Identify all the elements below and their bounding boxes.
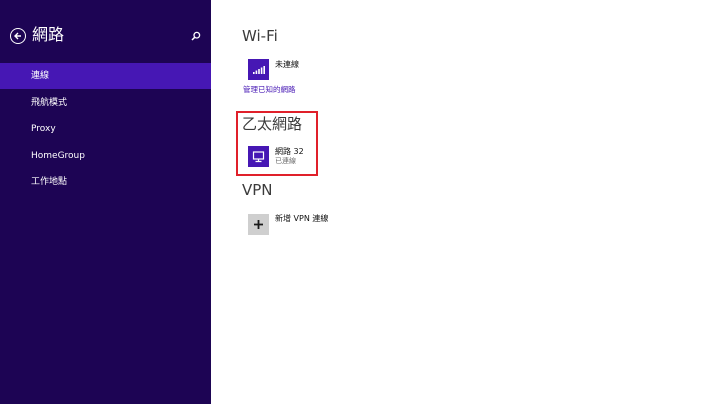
wifi-status-label: 未連線 bbox=[275, 60, 299, 69]
add-vpn-tile[interactable] bbox=[248, 214, 269, 235]
page-title: 網路 bbox=[32, 25, 65, 44]
plus-icon bbox=[254, 220, 263, 229]
ethernet-tile[interactable] bbox=[248, 146, 269, 167]
sidebar-nav: 連線 飛航模式 Proxy HomeGroup 工作地點 bbox=[0, 63, 211, 196]
vpn-section-title: VPN bbox=[242, 181, 273, 199]
add-vpn-label[interactable]: 新增 VPN 連線 bbox=[275, 214, 328, 224]
sidebar-item-workplace[interactable]: 工作地點 bbox=[0, 169, 211, 195]
ethernet-section-title: 乙太網路 bbox=[242, 115, 303, 133]
sidebar-item-proxy[interactable]: Proxy bbox=[0, 116, 211, 142]
ethernet-network-name: 網路 32 bbox=[275, 147, 304, 156]
ethernet-status: 已連線 bbox=[275, 157, 296, 165]
sidebar-item-airplane-mode[interactable]: 飛航模式 bbox=[0, 90, 211, 116]
search-icon[interactable] bbox=[191, 31, 201, 41]
wifi-signal-icon bbox=[253, 66, 265, 74]
sidebar-item-homegroup[interactable]: HomeGroup bbox=[0, 143, 211, 169]
manage-known-networks-link[interactable]: 管理已知的網路 bbox=[243, 85, 296, 95]
back-arrow-glyph bbox=[14, 32, 21, 40]
sidebar-item-connections[interactable]: 連線 bbox=[0, 63, 211, 89]
sidebar-header: 網路 bbox=[0, 0, 211, 60]
sidebar: 網路 連線 飛航模式 Proxy HomeGroup 工作地點 bbox=[0, 0, 211, 404]
wifi-tile[interactable] bbox=[248, 59, 269, 80]
monitor-network-icon bbox=[252, 150, 265, 162]
back-arrow-icon[interactable] bbox=[10, 28, 26, 44]
wifi-section-title: Wi-Fi bbox=[242, 27, 278, 45]
